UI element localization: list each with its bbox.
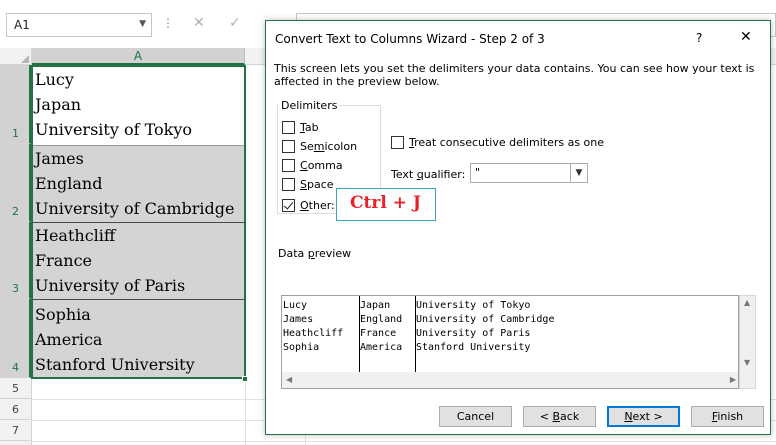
chevron-down-icon[interactable]: ▼ (139, 19, 146, 29)
preview-column-2: Japan England France America (360, 300, 403, 353)
row-header-2[interactable]: 2 (0, 144, 31, 222)
comma-checkbox[interactable]: Comma (282, 157, 343, 173)
checkbox-box[interactable] (391, 136, 404, 149)
checkbox-box[interactable] (282, 139, 295, 153)
scroll-down-icon[interactable]: ▼ (744, 358, 750, 367)
row-header-3[interactable]: 3 (0, 222, 31, 299)
row-header-7[interactable]: 7 (0, 420, 31, 441)
selection-border (31, 65, 246, 379)
dialog-title: Convert Text to Columns Wizard - Step 2 … (275, 32, 545, 46)
help-icon[interactable]: ? (696, 31, 702, 45)
vertical-scrollbar[interactable]: ▲ ▼ (739, 295, 756, 389)
text-qualifier-value: " (475, 166, 481, 179)
consecutive-label: Treat consecutive delimiters as one (409, 136, 605, 149)
tab-checkbox[interactable]: Tab (282, 119, 319, 135)
comma-label: Comma (300, 158, 343, 172)
row-header-6[interactable]: 6 (0, 399, 31, 420)
semicolon-label: Semicolon (300, 139, 358, 153)
checkbox-box[interactable] (282, 120, 295, 134)
scroll-right-icon[interactable]: ▶ (730, 375, 736, 384)
column-header-a[interactable]: A (32, 48, 245, 65)
data-preview[interactable]: Lucy James Heathcliff Sophia Japan England Fr… (281, 295, 739, 389)
shortcut-annotation: Ctrl + J (336, 188, 436, 221)
dialog-description: This screen lets you set the delimiters … (274, 62, 755, 88)
horizontal-scrollbar[interactable]: ◀ ▶ (282, 372, 738, 388)
cancel-button[interactable]: Cancel (439, 406, 512, 427)
checkbox-box-checked[interactable] (282, 198, 295, 212)
back-button[interactable]: < Back (523, 406, 596, 427)
row-header-5[interactable]: 5 (0, 378, 31, 399)
row-headers: 1 2 3 4 5 6 7 (0, 65, 32, 445)
text-qualifier-label: Text qualifier: (391, 168, 466, 181)
row-header-1[interactable]: 1 (0, 65, 31, 144)
select-all-corner[interactable] (0, 48, 32, 65)
delimiters-label: Delimiters (279, 99, 340, 112)
preview-column-3: University of Tokyo University of Cambrid… (416, 300, 555, 353)
semicolon-checkbox[interactable]: Semicolon (282, 138, 357, 154)
scroll-left-icon[interactable]: ◀ (286, 375, 292, 384)
name-box[interactable]: A1 ▼ (6, 13, 152, 37)
scroll-up-icon[interactable]: ▲ (744, 298, 750, 307)
preview-column-1: Lucy James Heathcliff Sophia (283, 300, 344, 353)
close-icon[interactable]: ✕ (740, 29, 752, 45)
next-button[interactable]: Next > (607, 406, 680, 427)
text-to-columns-dialog: Convert Text to Columns Wizard - Step 2 … (265, 20, 771, 435)
shortcut-annotation-text: Ctrl + J (350, 193, 421, 213)
checkbox-box[interactable] (282, 177, 295, 191)
checkbox-box[interactable] (282, 158, 295, 172)
more-options-icon: ⋮ (162, 16, 174, 30)
space-label: Space (300, 177, 334, 191)
cancel-formula-icon[interactable]: ✕ (193, 15, 205, 31)
enter-formula-icon[interactable]: ✓ (229, 15, 241, 31)
finish-button[interactable]: Finish (691, 406, 764, 427)
name-box-value: A1 (14, 18, 30, 32)
other-label: Other: (300, 198, 335, 212)
consecutive-delimiters-checkbox[interactable]: Treat consecutive delimiters as one (391, 136, 604, 149)
space-checkbox[interactable]: Space (282, 176, 334, 192)
tab-label: Tab (300, 120, 319, 134)
text-qualifier-select[interactable]: " ▼ (470, 163, 588, 183)
other-checkbox[interactable]: Other: (282, 197, 335, 213)
chevron-down-icon[interactable]: ▼ (570, 164, 587, 182)
row-header-4[interactable]: 4 (0, 299, 31, 378)
fill-handle[interactable] (242, 376, 248, 382)
data-preview-label: Data preview (278, 247, 352, 260)
